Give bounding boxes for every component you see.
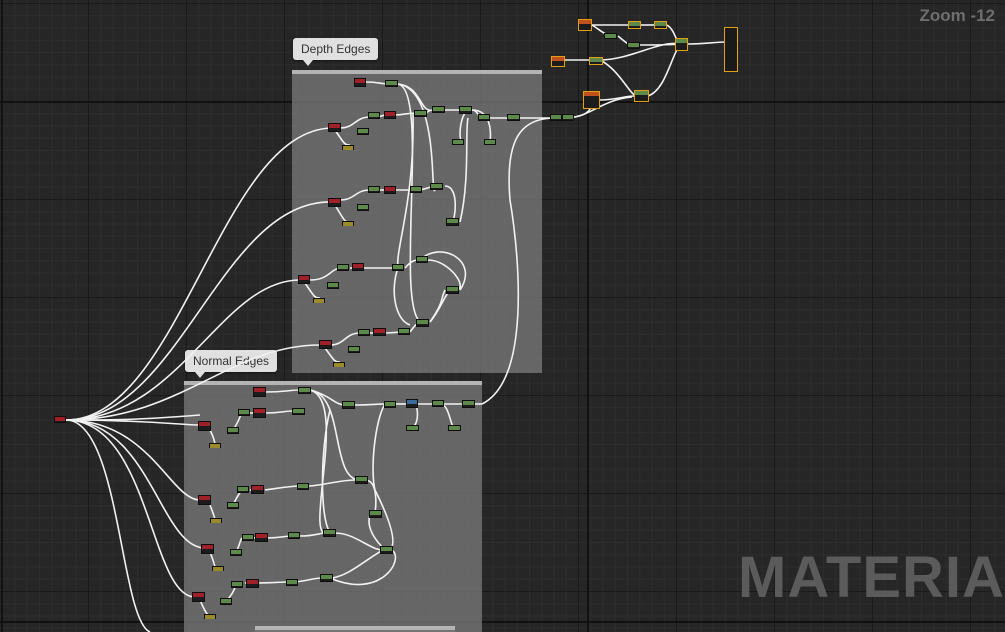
material-node-selected[interactable] xyxy=(578,19,592,31)
material-node[interactable] xyxy=(446,286,459,294)
zoom-level-label: Zoom -12 xyxy=(919,6,995,25)
material-node[interactable] xyxy=(430,183,443,190)
material-node[interactable] xyxy=(462,400,475,408)
wire-layer xyxy=(65,24,726,632)
material-node-selected[interactable] xyxy=(551,56,565,67)
material-node[interactable] xyxy=(327,282,339,289)
material-node-selected[interactable] xyxy=(634,90,649,102)
material-node-selected[interactable] xyxy=(583,91,600,109)
material-node[interactable] xyxy=(319,340,332,349)
material-node[interactable] xyxy=(484,139,496,145)
material-node[interactable] xyxy=(384,401,396,408)
material-node[interactable] xyxy=(627,42,640,49)
material-node[interactable] xyxy=(251,485,264,494)
material-node-selected[interactable] xyxy=(654,21,667,29)
material-node[interactable] xyxy=(432,106,445,113)
material-node[interactable] xyxy=(253,387,266,397)
material-node[interactable] xyxy=(357,128,369,135)
material-node[interactable] xyxy=(192,592,205,602)
material-node[interactable] xyxy=(446,218,459,226)
material-node[interactable] xyxy=(373,328,386,336)
material-node[interactable] xyxy=(313,298,325,303)
material-node[interactable] xyxy=(227,427,239,434)
material-node[interactable] xyxy=(384,111,396,119)
material-node[interactable] xyxy=(398,328,410,335)
material-node[interactable] xyxy=(355,476,368,484)
material-node[interactable] xyxy=(392,264,404,271)
material-node[interactable] xyxy=(416,256,428,263)
material-node[interactable] xyxy=(337,264,349,271)
material-node[interactable] xyxy=(604,33,617,39)
material-node[interactable] xyxy=(352,263,364,271)
material-node[interactable] xyxy=(297,483,309,490)
material-node[interactable] xyxy=(198,421,211,431)
material-node-selected[interactable] xyxy=(628,21,641,29)
material-node[interactable] xyxy=(237,486,249,493)
material-node[interactable] xyxy=(354,78,366,87)
material-node[interactable] xyxy=(255,533,268,542)
material-node[interactable] xyxy=(253,408,266,418)
material-node[interactable] xyxy=(54,416,66,423)
material-node[interactable] xyxy=(478,114,490,121)
material-node[interactable] xyxy=(201,544,214,554)
material-node[interactable] xyxy=(212,566,224,571)
material-node[interactable] xyxy=(357,204,369,211)
material-node[interactable] xyxy=(246,579,259,588)
material-node[interactable] xyxy=(227,502,239,509)
material-graph-canvas[interactable]: Depth Edges Normal Edges Zoom -12 MATERI… xyxy=(0,0,1005,632)
material-node[interactable] xyxy=(328,123,341,132)
material-node[interactable] xyxy=(286,579,298,586)
material-node[interactable] xyxy=(328,198,341,207)
material-node[interactable] xyxy=(342,221,354,226)
material-node[interactable] xyxy=(406,399,418,408)
material-output-node[interactable] xyxy=(724,27,738,72)
material-node[interactable] xyxy=(406,425,419,431)
material-node[interactable] xyxy=(320,574,333,582)
material-node[interactable] xyxy=(507,114,520,121)
material-node[interactable] xyxy=(323,529,336,537)
material-node[interactable] xyxy=(452,139,464,145)
material-node[interactable] xyxy=(298,387,311,394)
material-node[interactable] xyxy=(342,401,355,409)
material-node[interactable] xyxy=(550,114,562,121)
material-node[interactable] xyxy=(385,80,398,87)
material-node[interactable] xyxy=(448,425,461,431)
material-node[interactable] xyxy=(209,443,221,448)
material-node[interactable] xyxy=(459,106,472,114)
material-node[interactable] xyxy=(358,329,370,336)
material-node[interactable] xyxy=(333,362,345,367)
material-node[interactable] xyxy=(380,546,393,554)
material-node[interactable] xyxy=(220,598,232,605)
material-node[interactable] xyxy=(231,581,243,588)
material-node[interactable] xyxy=(230,549,242,556)
material-node[interactable] xyxy=(368,186,380,193)
material-node[interactable] xyxy=(368,112,380,119)
material-node[interactable] xyxy=(414,110,427,117)
material-node-selected[interactable] xyxy=(589,57,603,65)
material-node[interactable] xyxy=(342,145,354,150)
material-node[interactable] xyxy=(432,400,444,407)
material-node[interactable] xyxy=(238,409,250,416)
material-node[interactable] xyxy=(198,495,211,505)
material-node[interactable] xyxy=(348,346,360,353)
material-node[interactable] xyxy=(242,534,254,541)
material-node-selected[interactable] xyxy=(675,38,688,51)
material-node[interactable] xyxy=(298,275,310,284)
material-node[interactable] xyxy=(410,186,422,193)
material-node[interactable] xyxy=(562,114,574,121)
material-node[interactable] xyxy=(416,319,429,327)
material-node[interactable] xyxy=(369,510,382,518)
graph-type-watermark: MATERIAL xyxy=(738,545,1005,610)
material-node[interactable] xyxy=(204,614,216,619)
material-node[interactable] xyxy=(292,408,305,415)
material-node[interactable] xyxy=(288,532,300,539)
material-node[interactable] xyxy=(384,186,396,194)
material-node[interactable] xyxy=(210,518,222,523)
